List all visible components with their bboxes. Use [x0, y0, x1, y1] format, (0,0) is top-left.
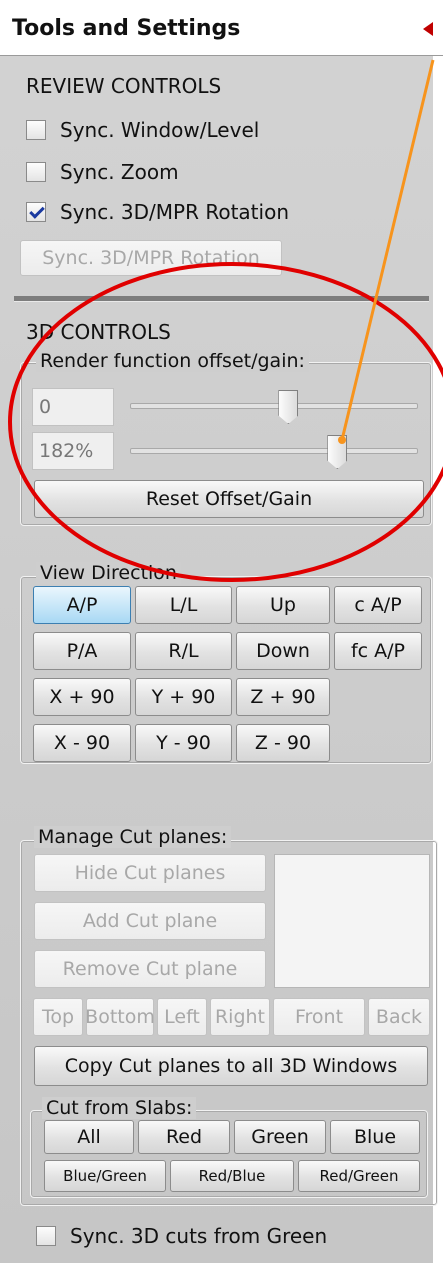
cut-left-button[interactable]: Left	[157, 998, 207, 1036]
rotate-x-minus-90-button[interactable]: X - 90	[33, 724, 131, 762]
hide-cut-planes-button[interactable]: Hide Cut planes	[34, 854, 266, 892]
slab-red-green-button[interactable]: Red/Green	[298, 1160, 420, 1192]
slab-all-button[interactable]: All	[44, 1120, 134, 1154]
slab-blue-green-button[interactable]: Blue/Green	[44, 1160, 166, 1192]
slab-red-button[interactable]: Red	[138, 1120, 230, 1154]
view-down-button[interactable]: Down	[236, 632, 330, 670]
cut-planes-list[interactable]	[274, 854, 430, 988]
sync-zoom-label: Sync. Zoom	[60, 160, 179, 184]
view-c-ap-button[interactable]: c A/P	[334, 586, 422, 624]
view-ap-button[interactable]: A/P	[33, 586, 131, 624]
gain-slider-track[interactable]	[130, 448, 418, 454]
sync-3d-cuts-row[interactable]: Sync. 3D cuts from Green	[36, 1224, 327, 1248]
reset-offset-gain-button[interactable]: Reset Offset/Gain	[34, 480, 424, 518]
remove-cut-plane-button[interactable]: Remove Cut plane	[34, 950, 266, 988]
section-divider	[14, 296, 429, 302]
render-function-label: Render function offset/gain:	[36, 350, 309, 372]
sync-window-level-checkbox[interactable]	[26, 120, 46, 140]
sync-zoom-checkbox[interactable]	[26, 162, 46, 182]
sync-3d-mpr-checkbox[interactable]	[26, 202, 46, 222]
sync-3d-mpr-button[interactable]: Sync. 3D/MPR Rotation	[20, 240, 282, 276]
view-fc-ap-button[interactable]: fc A/P	[334, 632, 422, 670]
sync-window-level-row[interactable]: Sync. Window/Level	[26, 118, 259, 142]
cut-right-button[interactable]: Right	[210, 998, 270, 1036]
view-ll-button[interactable]: L/L	[135, 586, 232, 624]
rotate-x-plus-90-button[interactable]: X + 90	[33, 678, 131, 716]
3d-controls-heading: 3D CONTROLS	[26, 320, 171, 344]
cut-bottom-button[interactable]: Bottom	[85, 998, 155, 1036]
view-up-button[interactable]: Up	[236, 586, 330, 624]
add-cut-plane-button[interactable]: Add Cut plane	[34, 902, 266, 940]
sync-window-level-label: Sync. Window/Level	[60, 118, 260, 142]
cut-planes-label: Manage Cut planes:	[34, 826, 232, 848]
cut-back-button[interactable]: Back	[368, 998, 430, 1036]
cut-from-slabs-label: Cut from Slabs:	[42, 1097, 197, 1119]
slab-blue-button[interactable]: Blue	[330, 1120, 420, 1154]
slab-green-button[interactable]: Green	[234, 1120, 326, 1154]
rotate-z-minus-90-button[interactable]: Z - 90	[236, 724, 330, 762]
view-rl-button[interactable]: R/L	[135, 632, 232, 670]
copy-cut-planes-button[interactable]: Copy Cut planes to all 3D Windows	[34, 1046, 428, 1086]
view-pa-button[interactable]: P/A	[33, 632, 131, 670]
gain-value-field[interactable]: 182%	[32, 432, 114, 470]
sync-3d-cuts-checkbox[interactable]	[36, 1226, 56, 1246]
panel-titlebar: Tools and Settings	[0, 0, 443, 56]
sync-3d-mpr-row[interactable]: Sync. 3D/MPR Rotation	[26, 200, 289, 224]
collapse-arrow-icon[interactable]	[423, 22, 433, 36]
panel-title: Tools and Settings	[12, 16, 241, 41]
offset-slider-track[interactable]	[130, 403, 418, 409]
slab-red-blue-button[interactable]: Red/Blue	[170, 1160, 294, 1192]
sync-3d-mpr-label: Sync. 3D/MPR Rotation	[60, 200, 289, 224]
sync-zoom-row[interactable]: Sync. Zoom	[26, 160, 179, 184]
view-direction-label: View Direction	[36, 562, 181, 584]
cut-front-button[interactable]: Front	[273, 998, 365, 1036]
offset-value-field[interactable]: 0	[32, 388, 114, 426]
sync-3d-cuts-label: Sync. 3D cuts from Green	[70, 1224, 328, 1248]
rotate-y-minus-90-button[interactable]: Y - 90	[135, 724, 232, 762]
cut-top-button[interactable]: Top	[33, 998, 83, 1036]
rotate-z-plus-90-button[interactable]: Z + 90	[236, 678, 330, 716]
rotate-y-plus-90-button[interactable]: Y + 90	[135, 678, 232, 716]
review-controls-heading: REVIEW CONTROLS	[26, 74, 222, 98]
